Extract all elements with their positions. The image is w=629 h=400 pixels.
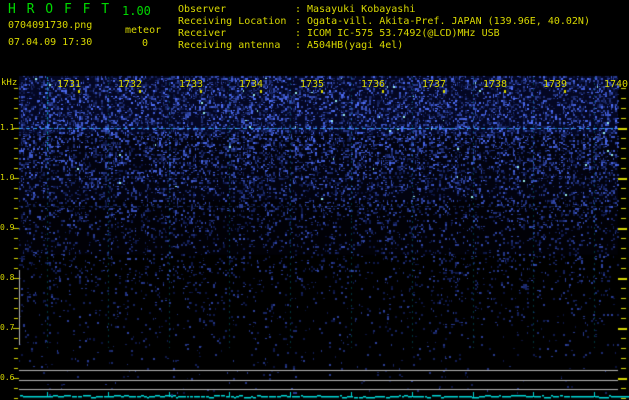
info-separator: : (295, 40, 302, 51)
mode-label: meteor (125, 25, 162, 36)
app-version: 1.00 (122, 4, 151, 18)
info-value: A504HB(yagi 4el) (307, 40, 404, 51)
freq-label: 0.8 (0, 273, 15, 282)
meteor-count: 0 (142, 38, 149, 49)
capture-datetime: 07.04.09 17:30 (8, 37, 93, 48)
info-label: Receiving Location (178, 16, 287, 27)
info-label: Receiving antenna (178, 40, 281, 51)
capture-filename: 0704091730.png (8, 20, 93, 31)
time-label: 1731 (57, 79, 82, 90)
time-label: 1736 (361, 79, 386, 90)
info-separator: : (295, 16, 302, 27)
info-value: Masayuki Kobayashi (307, 4, 416, 15)
info-label: Receiver (178, 28, 227, 39)
time-label: 1737 (422, 79, 447, 90)
info-value: Ogata-vill. Akita-Pref. JAPAN (139.96E, … (307, 16, 590, 27)
info-value: ICOM IC-575 53.7492(@LCD)MHz USB (307, 28, 500, 39)
time-label: 1740 (604, 79, 629, 90)
freq-label: 1.1 (0, 123, 15, 132)
time-label: 1734 (239, 79, 264, 90)
station-info: Observer: Masayuki Kobayashi Receiving Lo… (178, 4, 590, 52)
info-separator: : (295, 4, 302, 15)
khz-unit-label: kHz (1, 78, 18, 88)
time-label: 1733 (179, 79, 204, 90)
info-row: Observer: Masayuki Kobayashi (178, 4, 590, 16)
freq-label: 0.7 (0, 323, 15, 332)
info-label: Observer (178, 4, 227, 15)
time-label: 1738 (483, 79, 508, 90)
info-row: Receiver: ICOM IC-575 53.7492(@LCD)MHz US… (178, 28, 590, 40)
time-label: 1739 (543, 79, 568, 90)
hrofft-window: H R O F F T 1.00 0704091730.png meteor 0… (0, 0, 629, 400)
info-row: Receiving Location: Ogata-vill. Akita-Pre… (178, 16, 590, 28)
app-title: H R O F F T (8, 2, 111, 17)
freq-label: 0.6 (0, 373, 15, 382)
freq-label: 0.9 (0, 223, 15, 232)
info-separator: : (295, 28, 302, 39)
freq-label: 1.0 (0, 173, 15, 182)
spectrogram-canvas (0, 0, 629, 400)
info-row: Receiving antenna: A504HB(yagi 4el) (178, 40, 590, 52)
time-label: 1735 (300, 79, 325, 90)
time-label: 1732 (118, 79, 143, 90)
